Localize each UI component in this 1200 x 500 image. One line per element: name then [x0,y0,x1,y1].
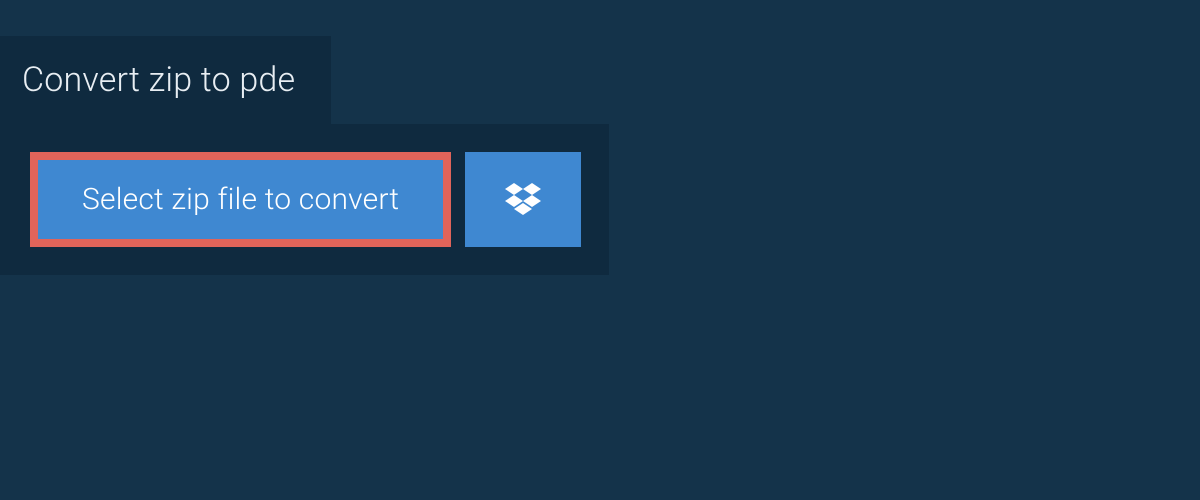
action-panel: Select zip file to convert [0,124,609,275]
select-file-label: Select zip file to convert [82,182,399,217]
page-title: Convert zip to pde [22,60,295,100]
dropbox-icon [503,178,543,221]
dropbox-button[interactable] [465,152,581,247]
select-file-button[interactable]: Select zip file to convert [30,152,451,247]
tab-header: Convert zip to pde [0,36,331,124]
